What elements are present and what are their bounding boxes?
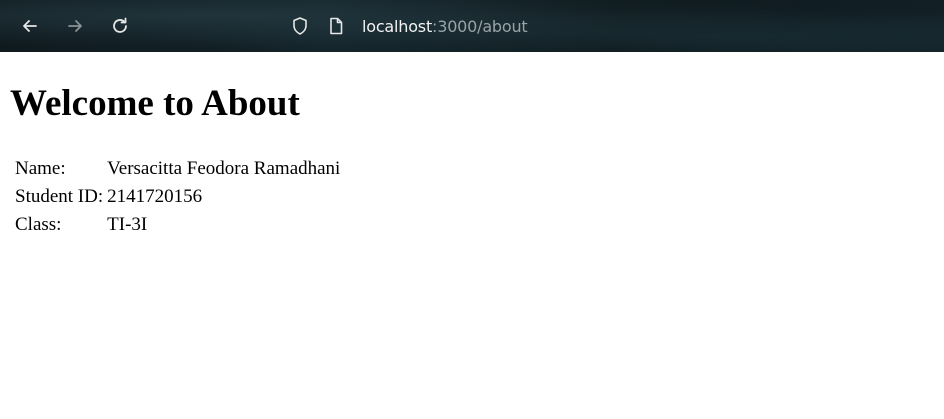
page-icon[interactable] [326,16,346,36]
forward-button[interactable] [61,12,89,40]
url-text[interactable]: localhost:3000/about [362,17,528,36]
student-id-value: 2141720156 [107,186,203,207]
name-value: Versacitta Feodora Ramadhani [107,158,341,179]
back-button[interactable] [16,12,44,40]
class-label: Class: [15,214,62,235]
student-id-label: Student ID: [15,186,104,207]
arrow-right-icon [68,20,82,32]
url-path: :3000/about [432,16,528,36]
reload-icon [113,17,127,33]
info-table: Name: Versacitta Feodora Ramadhani Stude… [12,154,343,240]
browser-toolbar: localhost:3000/about [0,0,944,52]
class-value: TI-3I [107,214,148,235]
url-host: localhost [362,16,433,36]
reload-button[interactable] [106,12,134,40]
address-bar[interactable]: localhost:3000/about [290,8,550,44]
arrow-left-icon [23,20,37,32]
table-row: Student ID: 2141720156 [14,184,341,210]
name-label: Name: [15,158,66,179]
shield-icon[interactable] [290,16,310,36]
page-title: Welcome to About [10,83,300,124]
table-row: Class: TI-3I [14,212,341,238]
table-row: Name: Versacitta Feodora Ramadhani [14,156,341,182]
